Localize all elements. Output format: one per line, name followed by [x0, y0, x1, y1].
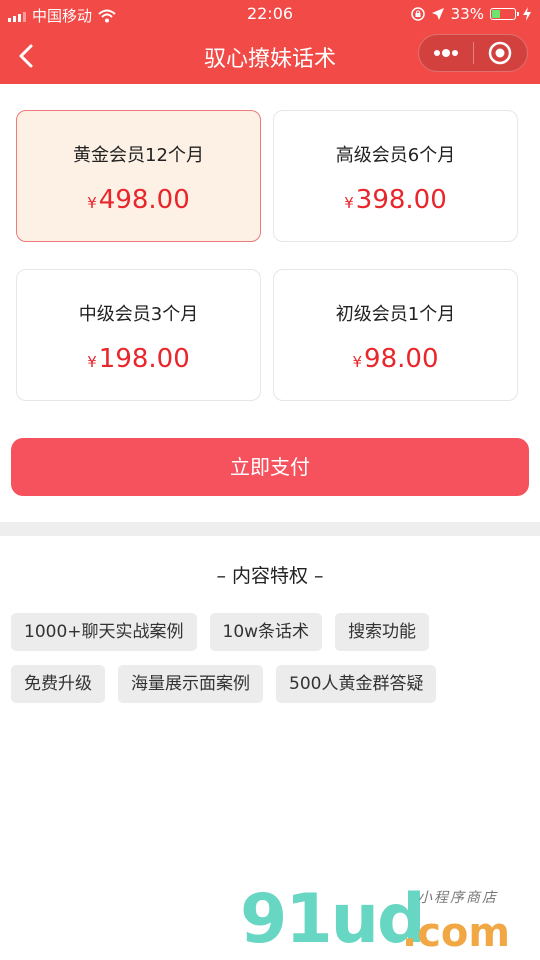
privilege-tag: 免费升级: [11, 665, 105, 703]
nav-bar: 驭心撩妹话术: [0, 28, 540, 84]
charging-icon: [523, 7, 531, 21]
plan-price: ¥98.00: [274, 344, 517, 374]
membership-plans: 黄金会员12个月 ¥498.00 高级会员6个月 ¥398.00 中级会员3个月…: [16, 110, 519, 402]
plan-name: 黄金会员12个月: [73, 145, 204, 166]
currency-symbol: ¥: [344, 194, 354, 212]
plan-card-senior-6m[interactable]: 高级会员6个月 ¥398.00: [273, 110, 518, 242]
privilege-tags: 1000+聊天实战案例 10w条话术 搜索功能 免费升级 海量展示面案例 500…: [11, 613, 531, 717]
location-arrow-icon: [431, 8, 444, 20]
plan-card-gold-12m[interactable]: 黄金会员12个月 ¥498.00: [16, 110, 261, 242]
currency-symbol: ¥: [87, 353, 97, 371]
watermark-wordmark: 91ud: [240, 880, 426, 959]
watermark-domain: .com: [402, 910, 511, 956]
tag-row: 1000+聊天实战案例 10w条话术 搜索功能: [11, 613, 531, 651]
price-value: 498.00: [98, 185, 190, 215]
more-dots-icon[interactable]: [419, 34, 473, 72]
status-bar: 中国移动 22:06 33%: [0, 0, 540, 28]
plan-name: 中级会员3个月: [78, 304, 199, 325]
price-value: 198.00: [98, 344, 190, 374]
watermark-subtitle: 小程序商店: [418, 890, 498, 906]
plan-price: ¥398.00: [274, 185, 517, 215]
privilege-tag: 10w条话术: [209, 613, 323, 651]
tag-row: 免费升级 海量展示面案例 500人黄金群答疑: [11, 665, 531, 703]
plan-card-basic-1m[interactable]: 初级会员1个月 ¥98.00: [273, 269, 518, 401]
status-right: 33%: [410, 5, 532, 23]
privilege-tag: 1000+聊天实战案例: [11, 613, 197, 651]
target-circle-icon[interactable]: [473, 34, 527, 72]
rotation-lock-icon: [410, 7, 425, 21]
plan-name: 初级会员1个月: [335, 304, 456, 325]
plan-price: ¥198.00: [17, 344, 260, 374]
pay-now-button[interactable]: 立即支付: [11, 438, 529, 496]
privilege-tag: 海量展示面案例: [118, 665, 263, 703]
mini-program-capsule: [418, 34, 528, 72]
price-value: 98.00: [364, 344, 439, 374]
privilege-tag: 500人黄金群答疑: [276, 665, 437, 703]
privileges-title: – 内容特权 –: [216, 565, 324, 587]
watermark-logo: 91ud .com 小程序商店: [240, 880, 530, 959]
price-value: 398.00: [355, 185, 447, 215]
currency-symbol: ¥: [352, 353, 363, 371]
privilege-tag: 搜索功能: [335, 613, 430, 651]
battery-percent: 33%: [450, 5, 484, 23]
plan-price: ¥498.00: [17, 185, 260, 215]
plan-name: 高级会员6个月: [335, 145, 456, 166]
section-divider: [0, 522, 540, 536]
battery-icon: [490, 8, 519, 20]
plan-card-mid-3m[interactable]: 中级会员3个月 ¥198.00: [16, 269, 261, 401]
currency-symbol: ¥: [87, 194, 97, 212]
